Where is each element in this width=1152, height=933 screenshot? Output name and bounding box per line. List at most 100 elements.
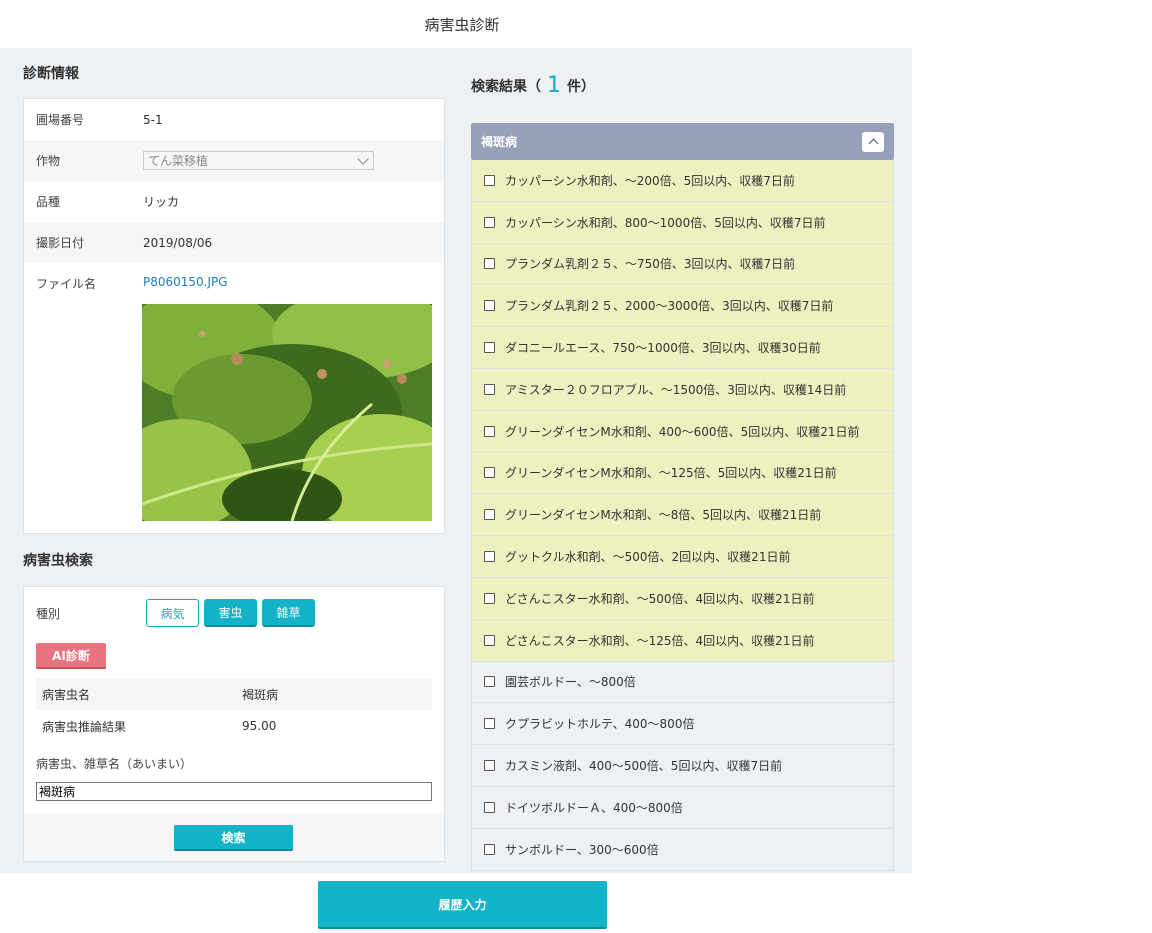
pesticide-item[interactable]: クプラビットホルテ、400～800倍 — [472, 703, 893, 746]
pesticide-item[interactable]: どさんこスター水和剤、～125倍、4回以内、収穫21日前 — [472, 619, 893, 662]
pesticide-item[interactable]: ダコニールエース、750～1000倍、3回以内、収穫30日前 — [472, 327, 893, 369]
pesticide-label: サンボルドー、300～600倍 — [505, 842, 659, 857]
crop-row: 作物 てん菜移植 — [24, 140, 444, 181]
pesticide-checkbox[interactable] — [484, 843, 495, 855]
pest-search-section-title: 病害虫検索 — [23, 553, 93, 569]
pesticide-checkbox[interactable] — [484, 383, 495, 395]
pesticide-label: どさんこスター水和剤、～500倍、4回以内、収穫21日前 — [505, 591, 815, 606]
field-number-label: 圃場番号 — [36, 113, 85, 127]
pesticide-item[interactable]: プランダム乳剤２５、2000～3000倍、3回以内、収穫7日前 — [472, 285, 893, 328]
pesticide-item[interactable]: カッパーシン水和剤、800～1000倍、5回以内、収穫7日前 — [472, 201, 893, 244]
pesticide-item[interactable]: どさんこスター水和剤、～500倍、4回以内、収穫21日前 — [472, 577, 893, 620]
pesticide-item[interactable]: サンボルドー、300～600倍 — [472, 829, 893, 871]
pesticide-checkbox[interactable] — [484, 300, 495, 312]
pest-name-label: 病害虫名 — [42, 687, 91, 702]
pesticide-checkbox[interactable] — [484, 592, 495, 604]
pesticide-item[interactable]: アミスター２０フロアブル、～1500倍、3回以内、収穫14日前 — [472, 368, 893, 411]
field-number-row: 圃場番号 5-1 — [24, 99, 444, 140]
pesticide-label: ダコニールエース、750～1000倍、3回以内、収穫30日前 — [505, 341, 821, 356]
photo-date-value: 2019/08/06 — [143, 235, 213, 250]
pesticide-label: プランダム乳剤２５、2000～3000倍、3回以内、収穫7日前 — [505, 299, 834, 314]
results-title-prefix: 検索結果（ — [471, 78, 541, 95]
pest-search-card: 種別 病気 害虫 雑草 AI診断 病害虫名 褐斑病 病害虫推論結果 95.00 … — [23, 586, 445, 862]
pest-name-value: 褐斑病 — [242, 687, 279, 702]
file-row: ファイル名 P8060150.JPG — [24, 263, 444, 533]
pesticide-item[interactable]: プランダム乳剤２５、～750倍、3回以内、収穫7日前 — [472, 243, 893, 286]
result-group-header[interactable]: 褐斑病 — [471, 123, 894, 160]
results-title: 検索結果（ 1 件） — [471, 48, 894, 123]
results-panel: 検索結果（ 1 件） 褐斑病 カッパーシン水和剤、～200倍、5回以内、収穫7日… — [471, 48, 894, 873]
pesticide-checkbox[interactable] — [484, 718, 495, 730]
ai-diagnosis-button[interactable]: AI診断 — [36, 643, 106, 669]
pesticide-checkbox[interactable] — [484, 174, 495, 186]
pesticide-item[interactable]: ジマンダイセン水和剤、300～500倍 — [472, 871, 893, 873]
pesticide-item[interactable]: グリーンダイセンM水和剤、～8倍、5回以内、収穫21日前 — [472, 494, 893, 537]
search-footer: 検索 — [24, 813, 444, 861]
search-button[interactable]: 検索 — [174, 825, 293, 851]
pesticide-item[interactable]: カスミン液剤、400～500倍、5回以内、収穫7日前 — [472, 745, 893, 787]
pesticide-checkbox[interactable] — [484, 425, 495, 437]
leaf-photo — [142, 304, 432, 521]
app-header: 病害虫診断 — [0, 0, 924, 48]
field-number-value: 5-1 — [143, 112, 163, 127]
main-area: 診断情報 圃場番号 5-1 作物 てん菜移植 品種 リッカ 撮影日付 2019/… — [0, 48, 912, 873]
pesticide-item[interactable]: グリーンダイセンM水和剤、400～600倍、5回以内、収穫21日前 — [472, 410, 893, 453]
fuzzy-search-label: 病害虫、雑草名（あいまい） — [36, 757, 193, 771]
pesticide-checkbox[interactable] — [484, 760, 495, 772]
crop-select[interactable]: てん菜移植 — [143, 151, 374, 170]
diagnosis-card: 圃場番号 5-1 作物 てん菜移植 品種 リッカ 撮影日付 2019/08/06… — [23, 98, 445, 534]
pesticide-label: どさんこスター水和剤、～125倍、4回以内、収穫21日前 — [505, 633, 815, 648]
file-name-link[interactable]: P8060150.JPG — [143, 275, 228, 289]
pesticide-label: カッパーシン水和剤、800～1000倍、5回以内、収穫7日前 — [505, 215, 826, 230]
inference-value: 95.00 — [242, 719, 277, 733]
results-title-suffix: 件） — [567, 78, 595, 95]
pesticide-checkbox[interactable] — [484, 801, 495, 813]
pesticide-checkbox[interactable] — [484, 509, 495, 521]
variety-label: 品種 — [36, 195, 61, 209]
pesticide-label: グットクル水和剤、～500倍、2回以内、収穫21日前 — [505, 550, 791, 565]
fuzzy-search-input[interactable] — [36, 782, 432, 801]
pesticide-label: ドイツボルドーＡ、400～800倍 — [505, 800, 683, 815]
photo-date-label: 撮影日付 — [36, 236, 85, 250]
chevron-down-icon — [357, 152, 369, 165]
kind-disease-button[interactable]: 病気 — [146, 599, 199, 627]
pesticide-checkbox[interactable] — [484, 216, 495, 228]
chevron-up-icon — [868, 138, 878, 149]
pesticide-checkbox[interactable] — [484, 258, 495, 270]
pesticide-item[interactable]: ドイツボルドーＡ、400～800倍 — [472, 787, 893, 829]
kind-label: 種別 — [36, 606, 61, 621]
pesticide-item[interactable]: グットクル水和剤、～500倍、2回以内、収穫21日前 — [472, 536, 893, 578]
file-name-label: ファイル名 — [36, 277, 97, 291]
inference-table: 病害虫名 褐斑病 病害虫推論結果 95.00 — [36, 678, 432, 742]
inference-row: 病害虫推論結果 95.00 — [36, 710, 432, 742]
kind-weed-button[interactable]: 雑草 — [262, 599, 315, 627]
pesticide-checkbox[interactable] — [484, 676, 495, 688]
variety-row: 品種 リッカ — [24, 181, 444, 222]
collapse-toggle-button[interactable] — [862, 131, 884, 152]
results-count: 1 — [547, 73, 561, 98]
variety-value: リッカ — [143, 195, 180, 209]
pesticide-label: プランダム乳剤２５、～750倍、3回以内、収穫7日前 — [505, 257, 796, 272]
pesticide-checkbox[interactable] — [484, 551, 495, 563]
pesticide-item[interactable]: カッパーシン水和剤、～200倍、5回以内、収穫7日前 — [472, 160, 893, 202]
crop-select-value: てん菜移植 — [148, 154, 209, 168]
pesticide-item[interactable]: 園芸ボルドー、～800倍 — [472, 662, 893, 704]
pesticide-checkbox[interactable] — [484, 342, 495, 354]
pesticide-label: 園芸ボルドー、～800倍 — [505, 675, 636, 690]
pesticide-checkbox[interactable] — [484, 467, 495, 479]
page-title: 病害虫診断 — [424, 15, 500, 34]
crop-label: 作物 — [36, 154, 61, 168]
diagnosis-section-title: 診断情報 — [23, 66, 79, 82]
pesticide-label: グリーンダイセンM水和剤、400～600倍、5回以内、収穫21日前 — [505, 424, 860, 439]
pesticide-label: グリーンダイセンM水和剤、～8倍、5回以内、収穫21日前 — [505, 508, 822, 523]
kind-insect-button[interactable]: 害虫 — [204, 599, 257, 627]
pesticide-list: カッパーシン水和剤、～200倍、5回以内、収穫7日前カッパーシン水和剤、800～… — [471, 160, 894, 873]
history-input-button[interactable]: 履歴入力 — [318, 881, 607, 929]
pest-name-row: 病害虫名 褐斑病 — [36, 678, 432, 710]
left-panel: 診断情報 圃場番号 5-1 作物 てん菜移植 品種 リッカ 撮影日付 2019/… — [23, 48, 445, 862]
result-group-title: 褐斑病 — [481, 135, 518, 149]
pesticide-checkbox[interactable] — [484, 634, 495, 646]
inference-label: 病害虫推論結果 — [42, 719, 127, 734]
pesticide-item[interactable]: グリーンダイセンM水和剤、～125倍、5回以内、収穫21日前 — [472, 452, 893, 495]
pesticide-label: グリーンダイセンM水和剤、～125倍、5回以内、収穫21日前 — [505, 466, 837, 481]
